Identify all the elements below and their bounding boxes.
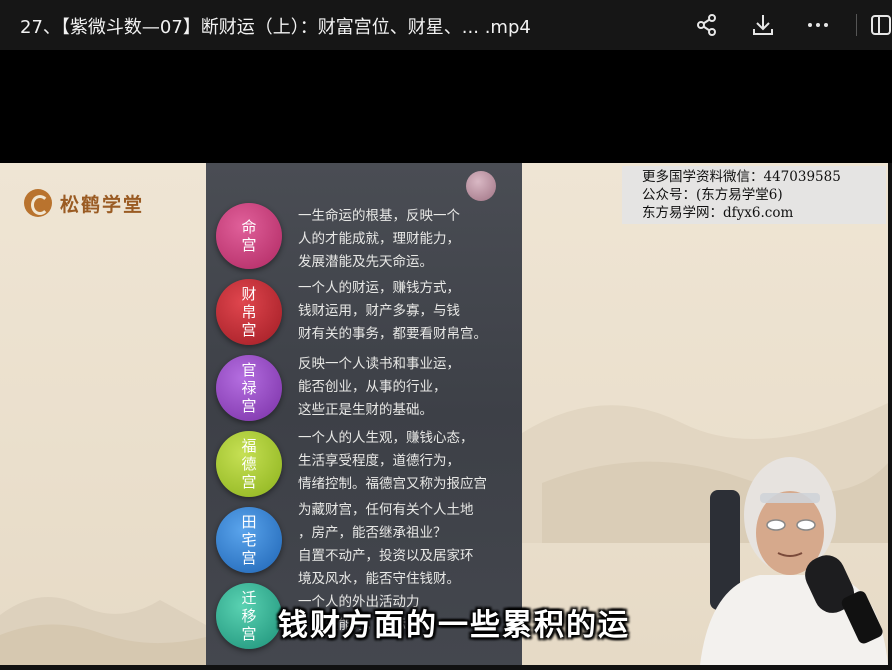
palace-desc-ming: 一生命运的根基，反映一个 人的才能成就，理财能力， 发展潜能及先天命运。 (298, 208, 460, 270)
share-icon[interactable] (694, 12, 720, 38)
watermark-line: 公众号：(东方易学堂6) (642, 187, 783, 203)
palace-desc-fude: 一个人的人生观，赚钱心态， 生活享受程度，道德行为， 情绪控制。福德宫又称为报应… (298, 430, 487, 492)
letterbox-top (0, 50, 892, 163)
frame-edge-right (888, 163, 892, 665)
logo-mark-icon (24, 189, 52, 217)
watermark-line: 更多国学资料微信：447039585 (642, 169, 841, 185)
video-frame[interactable]: 松鹤学堂 命宫 一生命运的根基，反映一个 人的才能成就，理财能力， 发展潜能及先… (0, 163, 888, 665)
watermark-line: 东方易学网：dfyx6.com (642, 205, 794, 221)
palace-circle-caibo: 财帛宫 (216, 279, 282, 345)
palace-desc-tianzhai: 为藏财宫，任何有关个人土地 ，房产，能否继承祖业？ 自置不动产，投资以及居家环 … (298, 502, 474, 587)
palace-circle-tianzhai: 田宅宫 (216, 507, 282, 573)
palace-circle-guanlu: 官禄宫 (216, 355, 282, 421)
subtitle-caption: 钱财方面的一些累积的运 (278, 608, 630, 643)
palace-circle-fude: 福德宫 (216, 431, 282, 497)
logo-text: 松鹤学堂 (60, 193, 145, 216)
more-icon[interactable] (805, 12, 831, 38)
palace-name: 财帛宫 (241, 285, 257, 339)
toolbar-divider (856, 14, 857, 36)
board-badge-icon (466, 171, 496, 201)
title-bar: 27、【紫微斗数—07】断财运（上）：财富宫位、财星、... .mp4 (0, 0, 892, 50)
palace-desc-caibo: 一个人的财运，赚钱方式， 钱财运用，财产多寡，与钱 财有关的事务，都要看财帛宫。 (298, 280, 487, 342)
palace-name: 官禄宫 (241, 361, 257, 415)
chalkboard-panel: 命宫 一生命运的根基，反映一个 人的才能成就，理财能力， 发展潜能及先天命运。 … (206, 163, 522, 665)
palace-name: 福德宫 (241, 437, 257, 491)
palace-name: 命宫 (241, 218, 257, 254)
palace-name: 田宅宫 (241, 513, 257, 567)
frame-edge-bottom (0, 665, 892, 670)
logo: 松鹤学堂 (24, 189, 144, 217)
watermark-info-box: 更多国学资料微信：447039585 公众号：(东方易学堂6) 东方易学网：df… (622, 166, 886, 224)
video-title: 27、【紫微斗数—07】断财运（上）：财富宫位、财星、... .mp4 (20, 17, 531, 38)
download-icon[interactable] (750, 12, 776, 38)
palace-desc-guanlu: 反映一个人读书和事业运， 能否创业，从事的行业， 这些正是生财的基础。 (298, 356, 460, 418)
expand-icon[interactable] (866, 12, 892, 38)
palace-circle-ming: 命宫 (216, 203, 282, 269)
